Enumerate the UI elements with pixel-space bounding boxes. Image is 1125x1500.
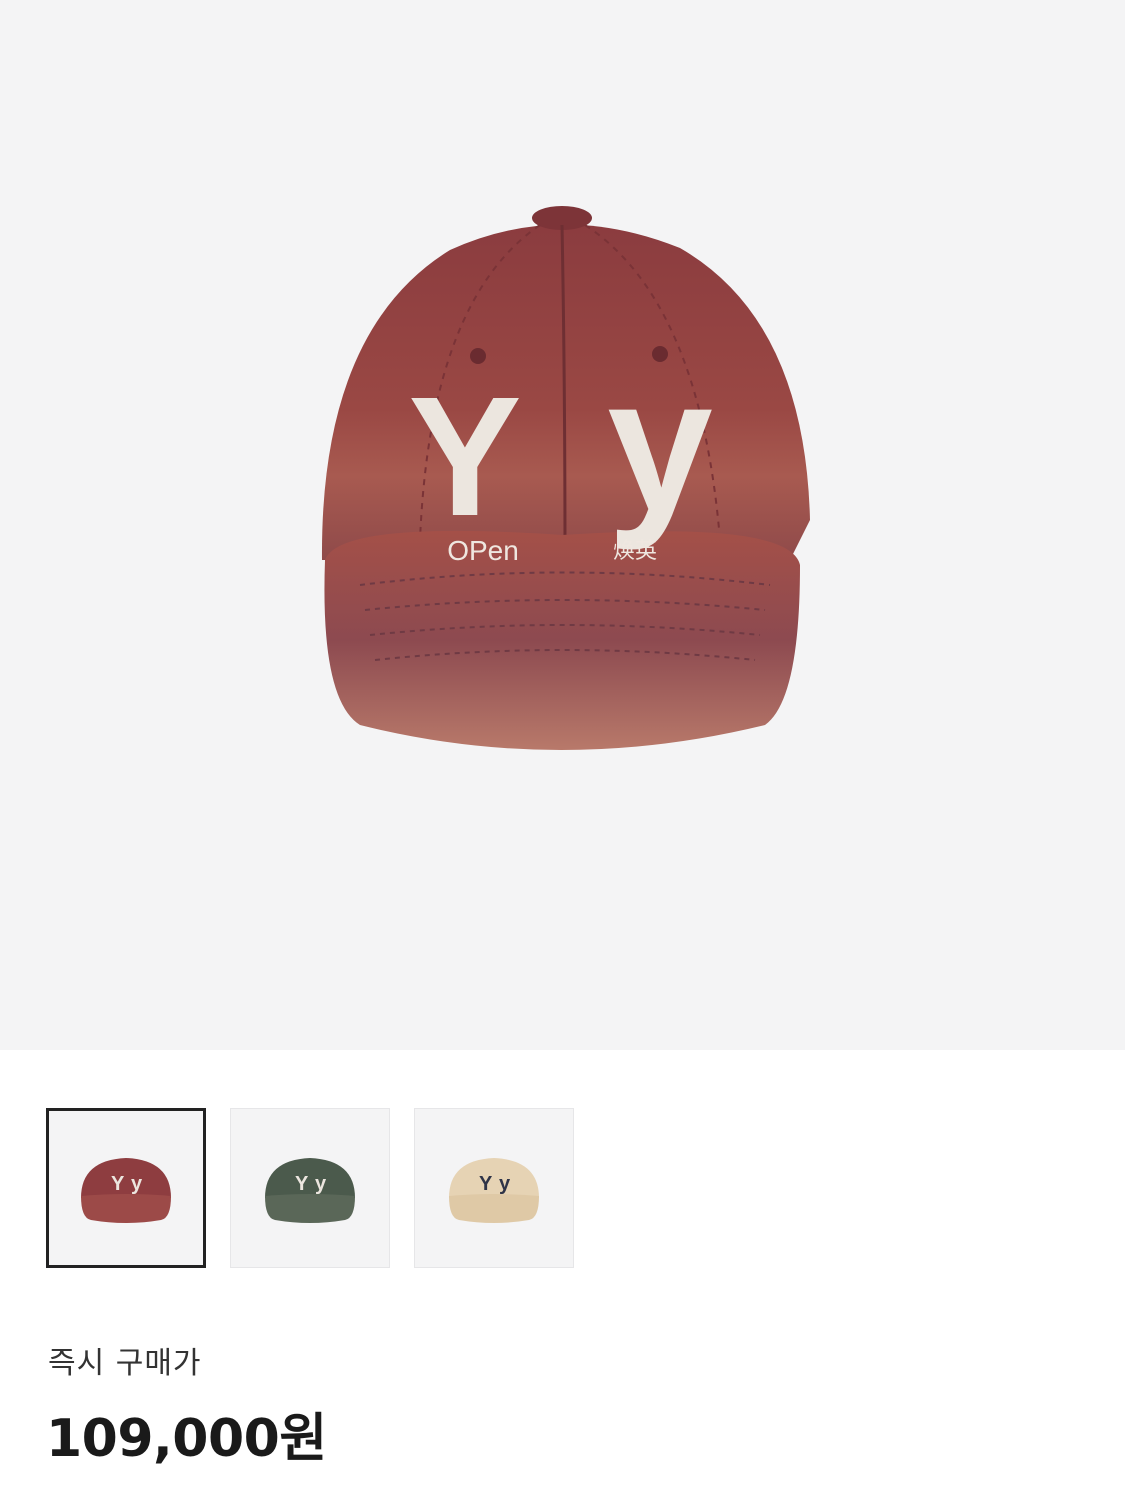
embroidery-left: OPen	[447, 535, 519, 566]
svg-text:Y: Y	[479, 1173, 493, 1195]
price-value: 109,000원	[46, 1409, 327, 1469]
product-image-area: Y y OPen 焕英	[0, 0, 1125, 1050]
letter-right: y	[607, 339, 713, 551]
cap-thumbnail-icon: Y y	[81, 1158, 171, 1223]
svg-text:y: y	[131, 1173, 143, 1195]
cap-thumbnail-icon: Y y	[449, 1158, 539, 1223]
price-label: 즉시 구매가	[48, 1346, 202, 1381]
embroidery-right: 焕英	[613, 539, 657, 564]
svg-text:Y: Y	[111, 1173, 125, 1195]
letter-left: Y	[408, 362, 521, 552]
thumbnail-list: Y y Y y Y y	[46, 1108, 574, 1268]
svg-text:y: y	[315, 1173, 327, 1195]
thumbnail-green[interactable]: Y y	[230, 1108, 390, 1268]
cap-thumbnail-icon: Y y	[265, 1158, 355, 1223]
svg-text:Y: Y	[295, 1173, 309, 1195]
svg-text:y: y	[499, 1173, 511, 1195]
thumbnail-beige[interactable]: Y y	[414, 1108, 574, 1268]
cap-image: Y y OPen 焕英	[321, 206, 810, 750]
thumbnail-red[interactable]: Y y	[46, 1108, 206, 1268]
